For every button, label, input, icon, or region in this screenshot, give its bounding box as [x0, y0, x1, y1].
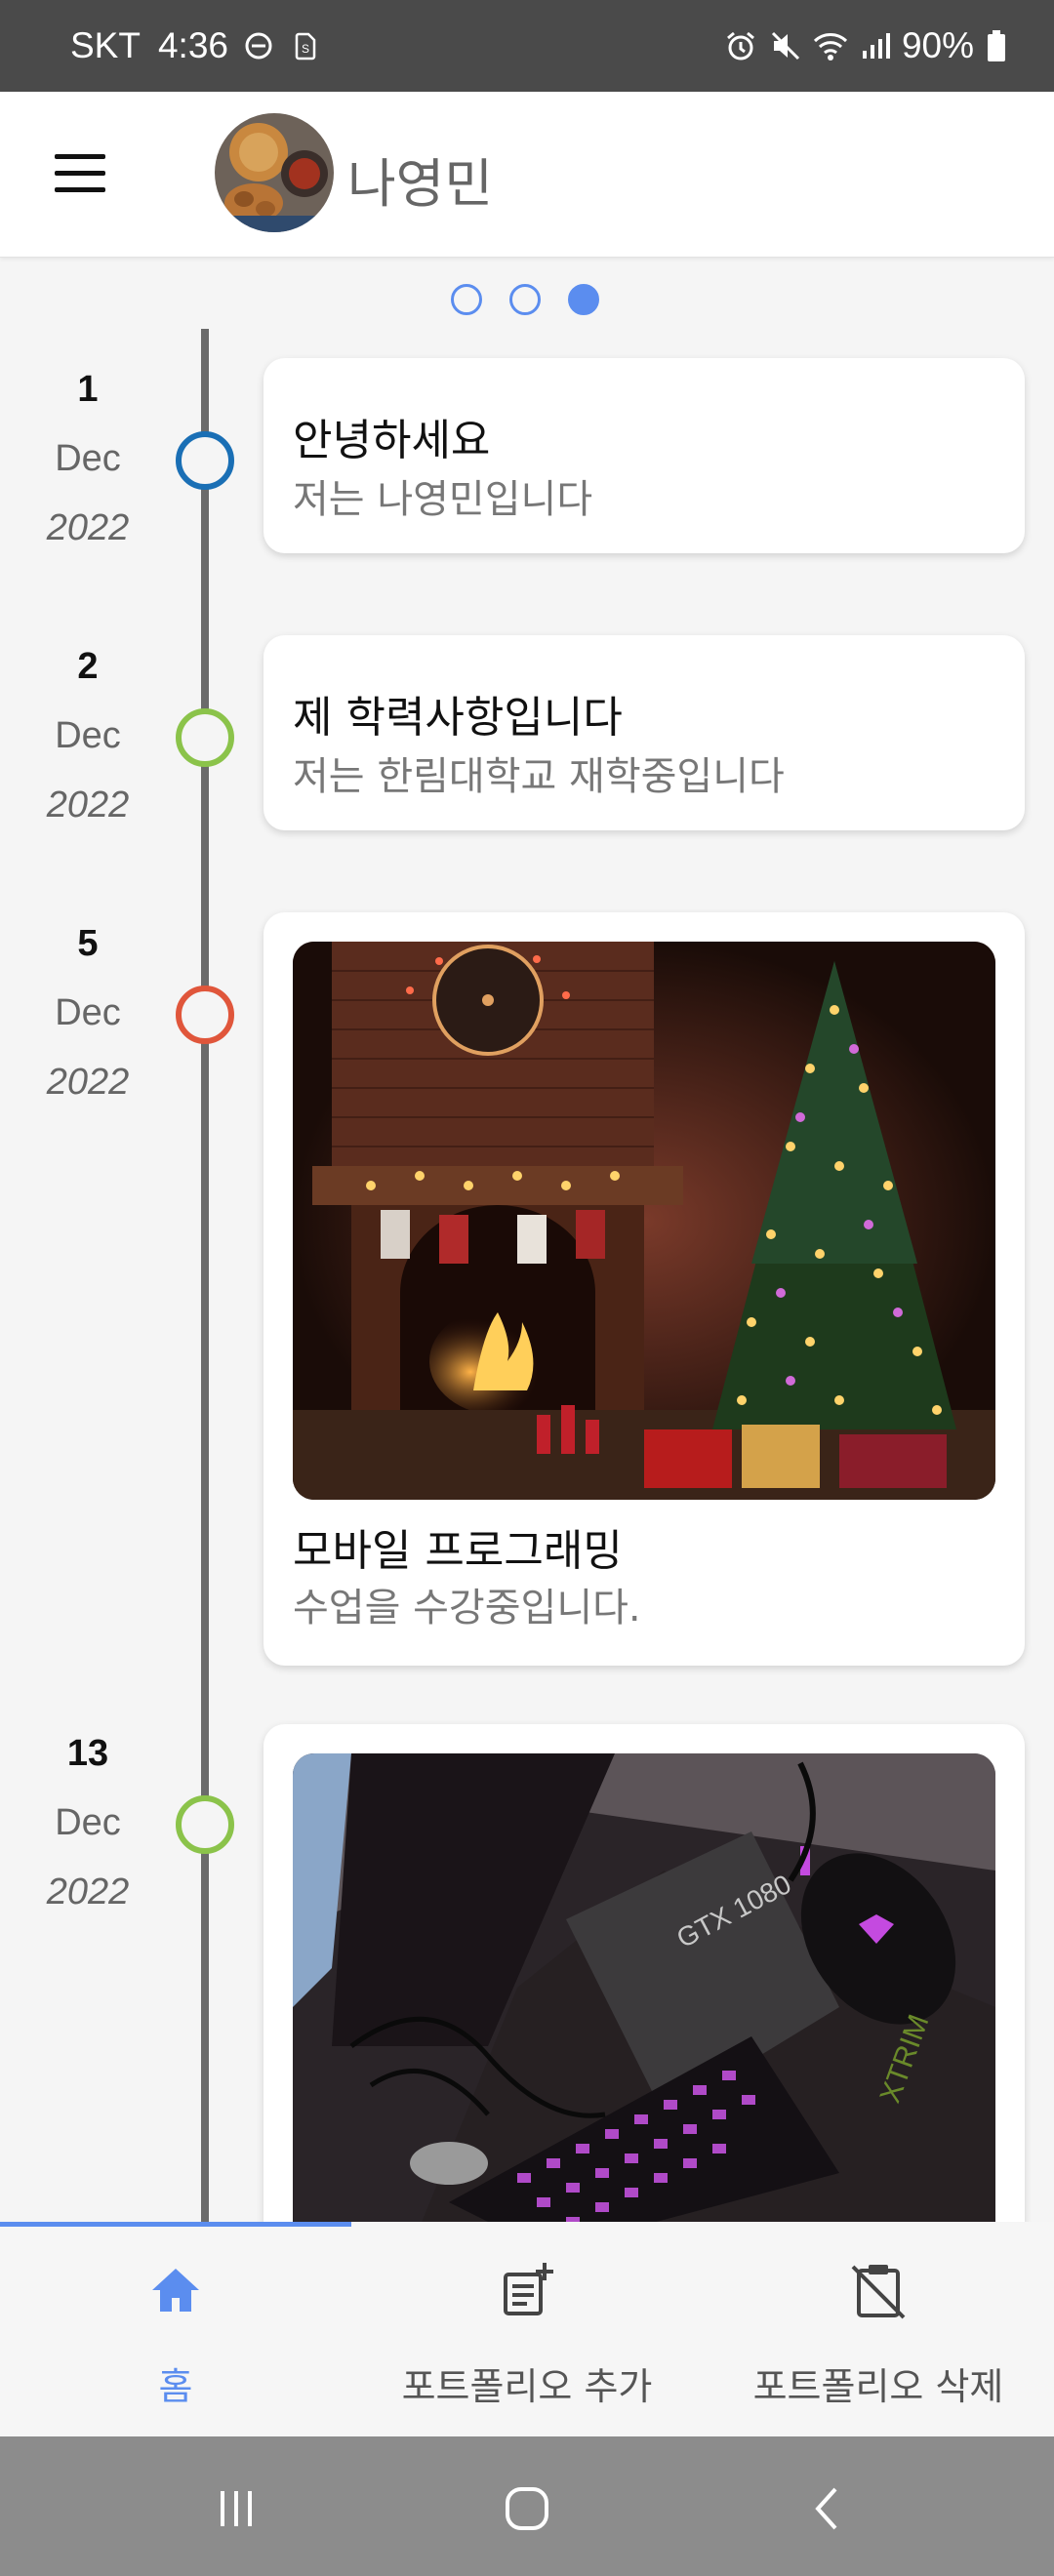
card-subtitle: 수업을 수강중입니다. [293, 1586, 641, 1630]
keyboard-mouse-photo: GTX 1080 XTRIM [293, 1753, 995, 2251]
recent-apps-icon[interactable] [207, 2479, 265, 2538]
app-bar: 나영민 [0, 92, 1054, 258]
timeline-card[interactable]: GTX 1080 XTRIM [264, 1724, 1025, 2251]
date-day: 1 [77, 369, 99, 410]
timeline-line [201, 329, 209, 2227]
timeline-date: 1 Dec 2022 [29, 369, 146, 549]
home-button-icon[interactable] [498, 2479, 556, 2538]
date-year: 2022 [46, 1872, 130, 1912]
page-dot-active[interactable] [568, 284, 599, 315]
card-subtitle: 저는 나영민입니다 [293, 477, 593, 522]
card-title: 안녕하세요 [293, 416, 491, 465]
signal-icon [857, 27, 894, 64]
timeline-card[interactable]: 안녕하세요 저는 나영민입니다 [264, 358, 1025, 553]
system-navigation-bar [0, 2436, 1054, 2576]
timeline-node [176, 431, 234, 490]
mute-icon [767, 27, 804, 64]
nav-item-home[interactable]: 홈 [0, 2222, 351, 2436]
hamburger-menu-icon[interactable] [51, 150, 109, 199]
timeline-node [176, 708, 234, 767]
date-day: 2 [77, 646, 99, 687]
date-year: 2022 [46, 785, 130, 825]
alarm-icon [722, 27, 759, 64]
date-day: 5 [77, 923, 99, 964]
nav-item-delete-portfolio[interactable]: 포트폴리오 삭제 [703, 2222, 1054, 2436]
battery-icon [978, 27, 1015, 64]
bottom-navigation: 홈 포트폴리오 추가 포트폴리오 삭제 [0, 2222, 1054, 2436]
date-month: Dec [55, 992, 121, 1033]
note-add-icon [498, 2261, 556, 2319]
carrier-label: SKT [70, 25, 141, 65]
clipboard-remove-icon [849, 2261, 908, 2319]
status-bar: SKT 4:36 S 90% [0, 0, 1054, 92]
nav-item-add-portfolio[interactable]: 포트폴리오 추가 [351, 2222, 703, 2436]
timeline-date: 13 Dec 2022 [29, 1733, 146, 1913]
page-dot[interactable] [451, 284, 482, 315]
wifi-icon [812, 27, 849, 64]
timeline-card[interactable]: 제 학력사항입니다 저는 한림대학교 재학중입니다 [264, 635, 1025, 830]
timeline-date: 2 Dec 2022 [29, 646, 146, 826]
timeline-node [176, 1795, 234, 1854]
timeline-node [176, 986, 234, 1044]
card-title: 제 학력사항입니다 [293, 693, 623, 743]
page-indicator [451, 284, 607, 317]
back-icon[interactable] [798, 2479, 857, 2538]
battery-label: 90% [901, 25, 974, 65]
date-month: Dec [55, 715, 121, 756]
christmas-fireplace-photo [293, 942, 995, 1500]
card-title: 모바일 프로그래밍 [293, 1526, 623, 1576]
date-month: Dec [55, 438, 121, 479]
nav-label: 포트폴리오 삭제 [752, 2365, 1004, 2408]
page-dot[interactable] [509, 284, 541, 315]
date-month: Dec [55, 1802, 121, 1843]
date-day: 13 [66, 1733, 109, 1774]
username: 나영민 [347, 153, 494, 215]
avatar[interactable] [215, 113, 334, 232]
timeline-card[interactable]: 모바일 프로그래밍 수업을 수강중입니다. [264, 912, 1025, 1666]
clock: 4:36 [157, 25, 228, 65]
card-subtitle: 저는 한림대학교 재학중입니다 [293, 754, 785, 799]
date-year: 2022 [46, 507, 130, 548]
home-icon [146, 2261, 205, 2319]
nav-label: 포트폴리오 추가 [401, 2365, 653, 2408]
do-not-disturb-icon [242, 29, 275, 62]
timeline-date: 5 Dec 2022 [29, 923, 146, 1104]
svg-text:S: S [302, 42, 309, 56]
nav-label: 홈 [158, 2365, 193, 2408]
status-left: SKT 4:36 S [70, 0, 322, 92]
status-right: 90% [722, 0, 1015, 92]
sim-icon: S [289, 29, 322, 62]
date-year: 2022 [46, 1062, 130, 1103]
